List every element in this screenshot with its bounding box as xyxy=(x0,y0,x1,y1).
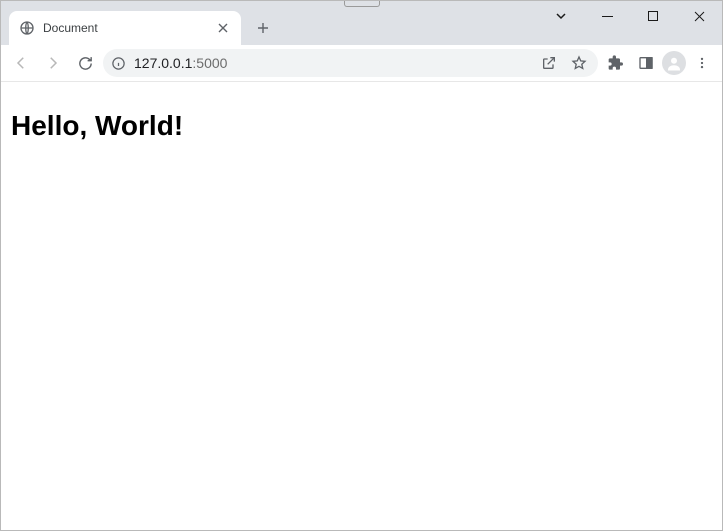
page-heading: Hello, World! xyxy=(11,110,712,142)
share-button[interactable] xyxy=(538,49,560,77)
toolbar-right xyxy=(602,49,716,77)
tab-search-button[interactable] xyxy=(538,1,584,31)
browser-toolbar: 127.0.0.1:5000 xyxy=(1,45,722,82)
browser-titlebar: Document xyxy=(1,1,722,45)
close-tab-button[interactable] xyxy=(215,20,231,36)
extensions-button[interactable] xyxy=(602,49,630,77)
globe-icon xyxy=(19,20,35,36)
forward-button[interactable] xyxy=(39,49,67,77)
page-viewport: Hello, World! xyxy=(1,82,722,152)
reload-button[interactable] xyxy=(71,49,99,77)
url-text: 127.0.0.1:5000 xyxy=(134,55,530,71)
window-controls xyxy=(538,1,722,31)
back-button[interactable] xyxy=(7,49,35,77)
bookmark-button[interactable] xyxy=(568,49,590,77)
profile-avatar[interactable] xyxy=(662,51,686,75)
url-port: :5000 xyxy=(192,55,227,71)
address-bar[interactable]: 127.0.0.1:5000 xyxy=(103,49,598,77)
tab-title: Document xyxy=(43,21,207,35)
close-window-button[interactable] xyxy=(676,1,722,31)
drag-handle[interactable] xyxy=(344,1,380,7)
site-info-icon[interactable] xyxy=(111,56,126,71)
new-tab-button[interactable] xyxy=(249,14,277,42)
browser-tab[interactable]: Document xyxy=(9,11,241,45)
url-host: 127.0.0.1 xyxy=(134,55,192,71)
maximize-button[interactable] xyxy=(630,1,676,31)
minimize-button[interactable] xyxy=(584,1,630,31)
side-panel-button[interactable] xyxy=(632,49,660,77)
menu-button[interactable] xyxy=(688,49,716,77)
